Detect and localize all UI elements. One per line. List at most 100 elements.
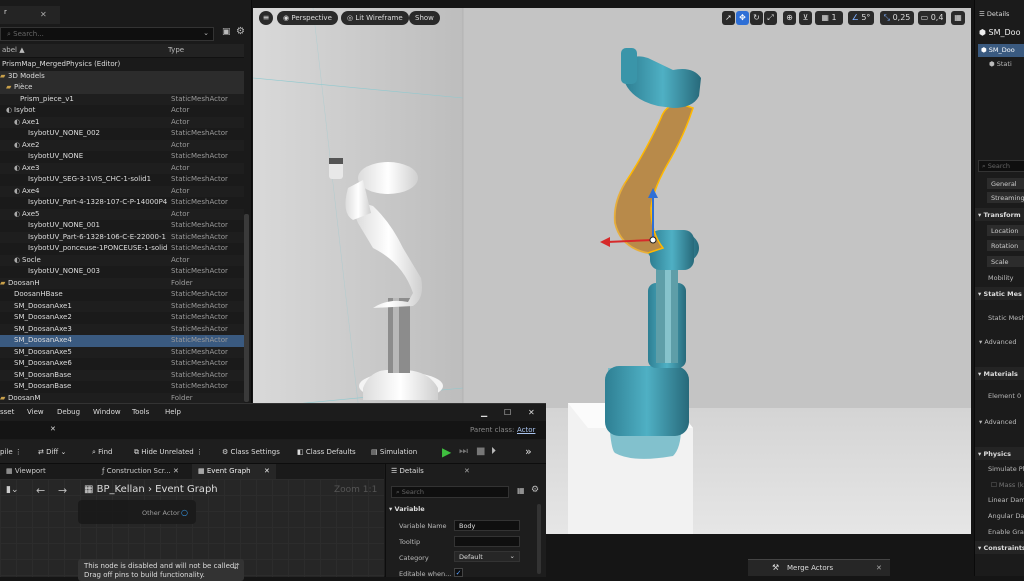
outliner-row[interactable]: IsybotUV_NONE_002 StaticMeshActor <box>0 128 244 140</box>
tooltip-input[interactable] <box>454 536 520 547</box>
scale-dropdown[interactable]: Scale <box>987 256 1024 267</box>
advanced-toggle-1[interactable]: ▾ Advanced <box>979 338 1016 346</box>
location-dropdown[interactable]: Location <box>987 225 1024 236</box>
event-graph-canvas[interactable]: ▮⌄ ← → ▦ BP_Kellan › Event Graph Zoom 1:… <box>0 479 384 581</box>
outliner-row[interactable]: IsybotUV_NONE StaticMeshActor <box>0 151 244 163</box>
hamburger-menu-icon[interactable]: ≡ <box>259 11 273 25</box>
bookmark-icon[interactable]: ▮⌄ <box>6 485 19 495</box>
chevron-down-icon[interactable]: ⌄ <box>203 29 209 37</box>
outliner-row[interactable]: ◐ Isybot Actor <box>0 105 244 117</box>
type-column-header[interactable]: Type <box>168 46 184 54</box>
outliner-row[interactable]: ◐ Axe2 Actor <box>0 139 244 151</box>
close-icon[interactable]: ✕ <box>253 467 270 475</box>
maximize-icon[interactable]: ☐ <box>504 408 511 417</box>
breadcrumb-bp[interactable]: BP_Kellan <box>97 484 145 495</box>
select-tool-icon[interactable]: ➚ <box>722 11 735 25</box>
outliner-row[interactable]: ▰ Pièce <box>0 82 244 94</box>
details-tab[interactable]: ☰ Details <box>979 10 1009 18</box>
gear-icon[interactable]: ⚙ <box>236 26 245 37</box>
minimize-icon[interactable]: ▁ <box>481 408 487 417</box>
forward-arrow-icon[interactable]: → <box>58 484 67 497</box>
component-child[interactable]: ⬢ Stati <box>989 60 1012 68</box>
find-button[interactable]: ⌕ Find <box>92 448 113 457</box>
transform-section[interactable]: ▾ Transform <box>975 208 1024 221</box>
outliner-row[interactable]: IsybotUV_NONE_001 StaticMeshActor <box>0 220 244 232</box>
world-space-icon[interactable]: ⊕ <box>783 11 796 25</box>
outliner-row[interactable]: ◐ Axe4 Actor <box>0 185 244 197</box>
outliner-scrollbar[interactable] <box>244 214 249 402</box>
parent-class-link[interactable]: Actor <box>517 426 535 434</box>
menu-window[interactable]: Window <box>93 408 121 416</box>
rotate-tool-icon[interactable]: ↻ <box>750 11 763 25</box>
static-mesh-section[interactable]: ▾ Static Mes <box>975 287 1024 300</box>
overflow-icon[interactable]: » <box>525 445 532 458</box>
menu-debug[interactable]: Debug <box>57 408 80 416</box>
surface-snap-icon[interactable]: ⊻ <box>799 11 812 25</box>
diff-button[interactable]: ⇄ Diff ⌄ <box>38 448 66 456</box>
outliner-row[interactable]: IsybotUV_ponceuse-1PONCEUSE-1-solid Stati… <box>0 243 244 255</box>
menu-view[interactable]: View <box>27 408 44 416</box>
tab-event-graph[interactable]: ▦ Event Graph ✕ <box>192 464 276 479</box>
materials-section[interactable]: ▾ Materials <box>975 367 1024 380</box>
tab-construction-script[interactable]: ƒ Construction Scr... ✕ <box>96 464 185 479</box>
outliner-row[interactable]: IsybotUV_NONE_003 StaticMeshActor <box>0 266 244 278</box>
outliner-row[interactable]: SM_DoosanBase StaticMeshActor <box>0 381 244 393</box>
outliner-row[interactable]: IsybotUV_SEG-3-1VIS_CHC-1-solid1 StaticMe… <box>0 174 244 186</box>
bp-details-tab[interactable]: ☰ Details <box>391 467 424 475</box>
outliner-row[interactable]: SM_DoosanAxe1 StaticMeshActor <box>0 300 244 312</box>
outliner-row[interactable]: SM_DoosanAxe6 StaticMeshActor <box>0 358 244 370</box>
bp-details-search[interactable]: ⌕ Search <box>391 486 509 498</box>
outliner-row[interactable]: SM_DoosanAxe2 StaticMeshActor <box>0 312 244 324</box>
close-icon[interactable]: ✕ <box>50 425 56 433</box>
menu-tools[interactable]: Tools <box>132 408 149 416</box>
outliner-row[interactable]: ◐ Axe1 Actor <box>0 116 244 128</box>
class-defaults-button[interactable]: ◧ Class Defaults <box>297 448 356 456</box>
outliner-row[interactable]: ◐ Axe5 Actor <box>0 208 244 220</box>
close-window-icon[interactable]: ✕ <box>528 408 535 417</box>
general-button[interactable]: General <box>987 178 1024 189</box>
outliner-row[interactable]: ◐ Socle Actor <box>0 254 244 266</box>
outliner-row[interactable]: ◐ Axe3 Actor <box>0 162 244 174</box>
details-search-input[interactable]: ⌕ Search <box>978 160 1024 172</box>
outliner-row[interactable]: DoosanHBase StaticMeshActor <box>0 289 244 301</box>
close-icon[interactable]: ✕ <box>40 10 47 19</box>
view-mode-button[interactable]: ◎ Lit Wireframe <box>341 11 409 25</box>
gear-icon[interactable]: ⚙ <box>531 485 539 495</box>
tab-viewport[interactable]: ▦ Viewport <box>0 464 52 479</box>
translate-tool-icon[interactable]: ✥ <box>736 11 749 25</box>
outliner-row[interactable]: SM_DoosanAxe3 StaticMeshActor <box>0 323 244 335</box>
label-column-header[interactable]: abel ▲ <box>2 46 25 54</box>
variable-section[interactable]: ▾ Variable <box>389 505 425 513</box>
object-pin-icon[interactable]: ○ <box>181 508 188 517</box>
add-folder-icon[interactable]: ▣ <box>222 27 231 37</box>
outliner-row[interactable]: ▰ DoosanH Folder <box>0 277 244 289</box>
outliner-row[interactable]: SM_DoosanAxe5 StaticMeshActor <box>0 346 244 358</box>
scale-tool-icon[interactable]: ⤢ <box>764 11 777 25</box>
bp-details-scrollbar[interactable] <box>537 504 541 574</box>
close-icon[interactable]: ✕ <box>464 467 470 475</box>
outliner-row[interactable]: Prism_piece_v1 StaticMeshActor <box>0 93 244 105</box>
table-view-icon[interactable]: ▦ <box>517 486 525 495</box>
outliner-row[interactable]: IsybotUV_Part-6-1328-106-C-E-22000-1 Stat… <box>0 231 244 243</box>
outliner-search-input[interactable]: ⌕ Search... ⌄ <box>0 27 214 41</box>
back-arrow-icon[interactable]: ← <box>36 484 45 497</box>
component-selected[interactable]: ⬢ SM_Doo <box>978 44 1024 57</box>
close-icon[interactable]: ✕ <box>876 564 882 572</box>
advanced-toggle-2[interactable]: ▾ Advanced <box>979 418 1016 426</box>
hide-unrelated-button[interactable]: ⧉ Hide Unrelated ⋮ <box>134 448 203 457</box>
menu-asset[interactable]: sset <box>0 408 14 416</box>
grid-snap-button[interactable]: ▦ 1 <box>815 11 843 25</box>
outliner-row[interactable]: ▰ 3D Models <box>0 70 244 82</box>
play-icon[interactable]: ▶ <box>442 445 451 459</box>
viewport-layout-icon[interactable]: ▦ <box>951 11 965 25</box>
simulation-button[interactable]: ▤ Simulation <box>371 448 417 456</box>
breadcrumb-graph[interactable]: Event Graph <box>155 484 218 495</box>
mass-checkbox[interactable]: ☐ <box>991 481 999 489</box>
show-button[interactable]: Show <box>409 11 440 25</box>
outliner-row[interactable]: IsybotUV_Part-4-1328-107-C-P-14000P4 Stat… <box>0 197 244 209</box>
graph-node[interactable]: Other Actor ○ <box>78 500 196 524</box>
close-icon[interactable]: ✕ <box>173 467 179 475</box>
variable-name-input[interactable]: Body <box>454 520 520 531</box>
camera-speed-button[interactable]: ▭ 0,4 <box>918 11 946 25</box>
rotation-dropdown[interactable]: Rotation <box>987 240 1024 251</box>
